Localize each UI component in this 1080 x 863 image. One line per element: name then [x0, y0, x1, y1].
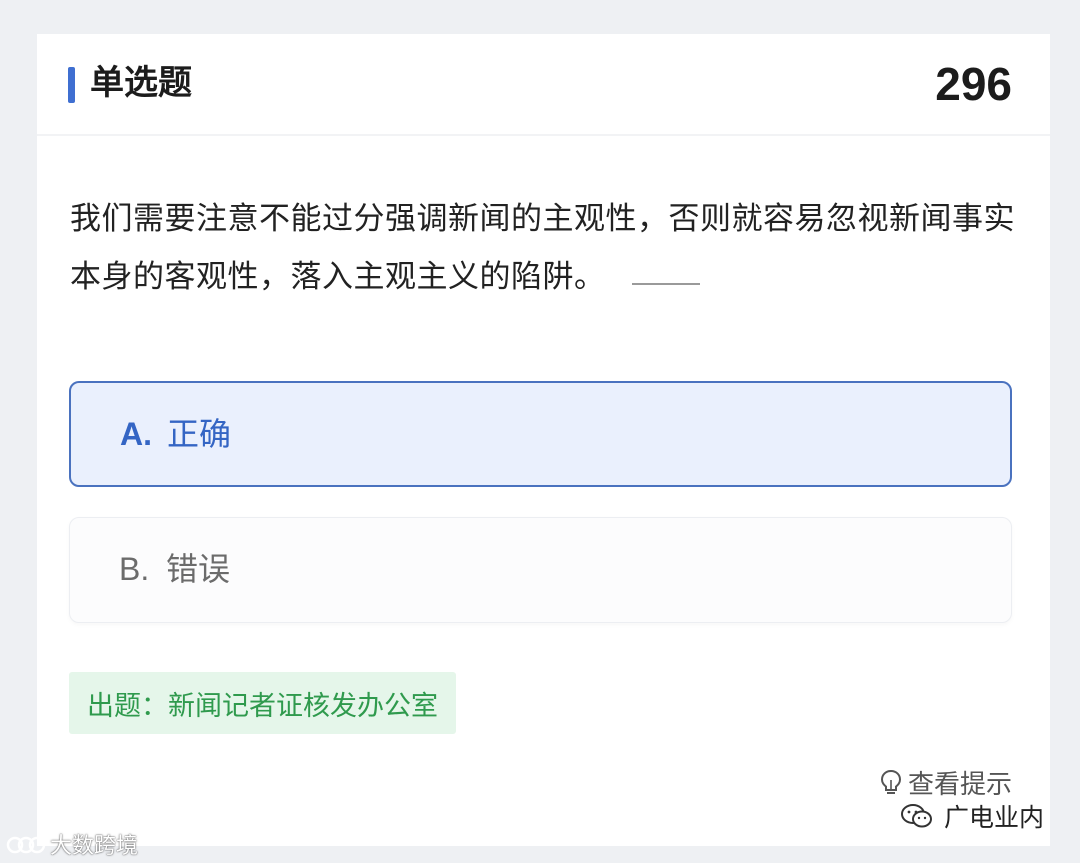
watermark-right-text: 广电业内	[943, 803, 1044, 832]
option-a[interactable]: A. 正确	[69, 381, 1012, 487]
source-text: 出题：新闻记者证核发办公室	[87, 690, 438, 722]
question-card: 单选题 296 我们需要注意不能过分强调新闻的主观性，否则就容易忽视新闻事实本身…	[37, 34, 1050, 846]
question-type-label: 单选题	[90, 63, 192, 103]
show-hint-button[interactable]: 查看提示	[880, 764, 1012, 801]
option-a-text: 正确	[167, 415, 232, 453]
question-text-block: 我们需要注意不能过分强调新闻的主观性，否则就容易忽视新闻事实本身的客观性，落入主…	[70, 190, 1020, 306]
watermark-left: 大数跨境	[6, 828, 138, 860]
option-b-text: 错误	[166, 550, 231, 588]
question-text: 我们需要注意不能过分强调新闻的主观性，否则就容易忽视新闻事实本身的客观性，落入主…	[70, 201, 1015, 295]
answer-blank	[631, 283, 700, 285]
watermark-logo-icon	[6, 836, 46, 854]
wechat-icon	[900, 804, 932, 828]
option-b-letter: B.	[119, 551, 150, 587]
source-badge: 出题：新闻记者证核发办公室	[69, 672, 456, 734]
page: 单选题 296 我们需要注意不能过分强调新闻的主观性，否则就容易忽视新闻事实本身…	[0, 0, 1080, 863]
watermark-left-text: 大数跨境	[50, 834, 139, 859]
watermark-right: 广电业内	[900, 798, 1044, 834]
question-number: 296	[935, 58, 1012, 110]
lightbulb-icon	[880, 769, 901, 794]
option-b[interactable]: B. 错误	[69, 517, 1012, 623]
card-header: 单选题 296	[37, 34, 1050, 136]
accent-bar	[68, 67, 75, 103]
option-a-letter: A.	[120, 416, 152, 452]
show-hint-label: 查看提示	[907, 770, 1012, 800]
